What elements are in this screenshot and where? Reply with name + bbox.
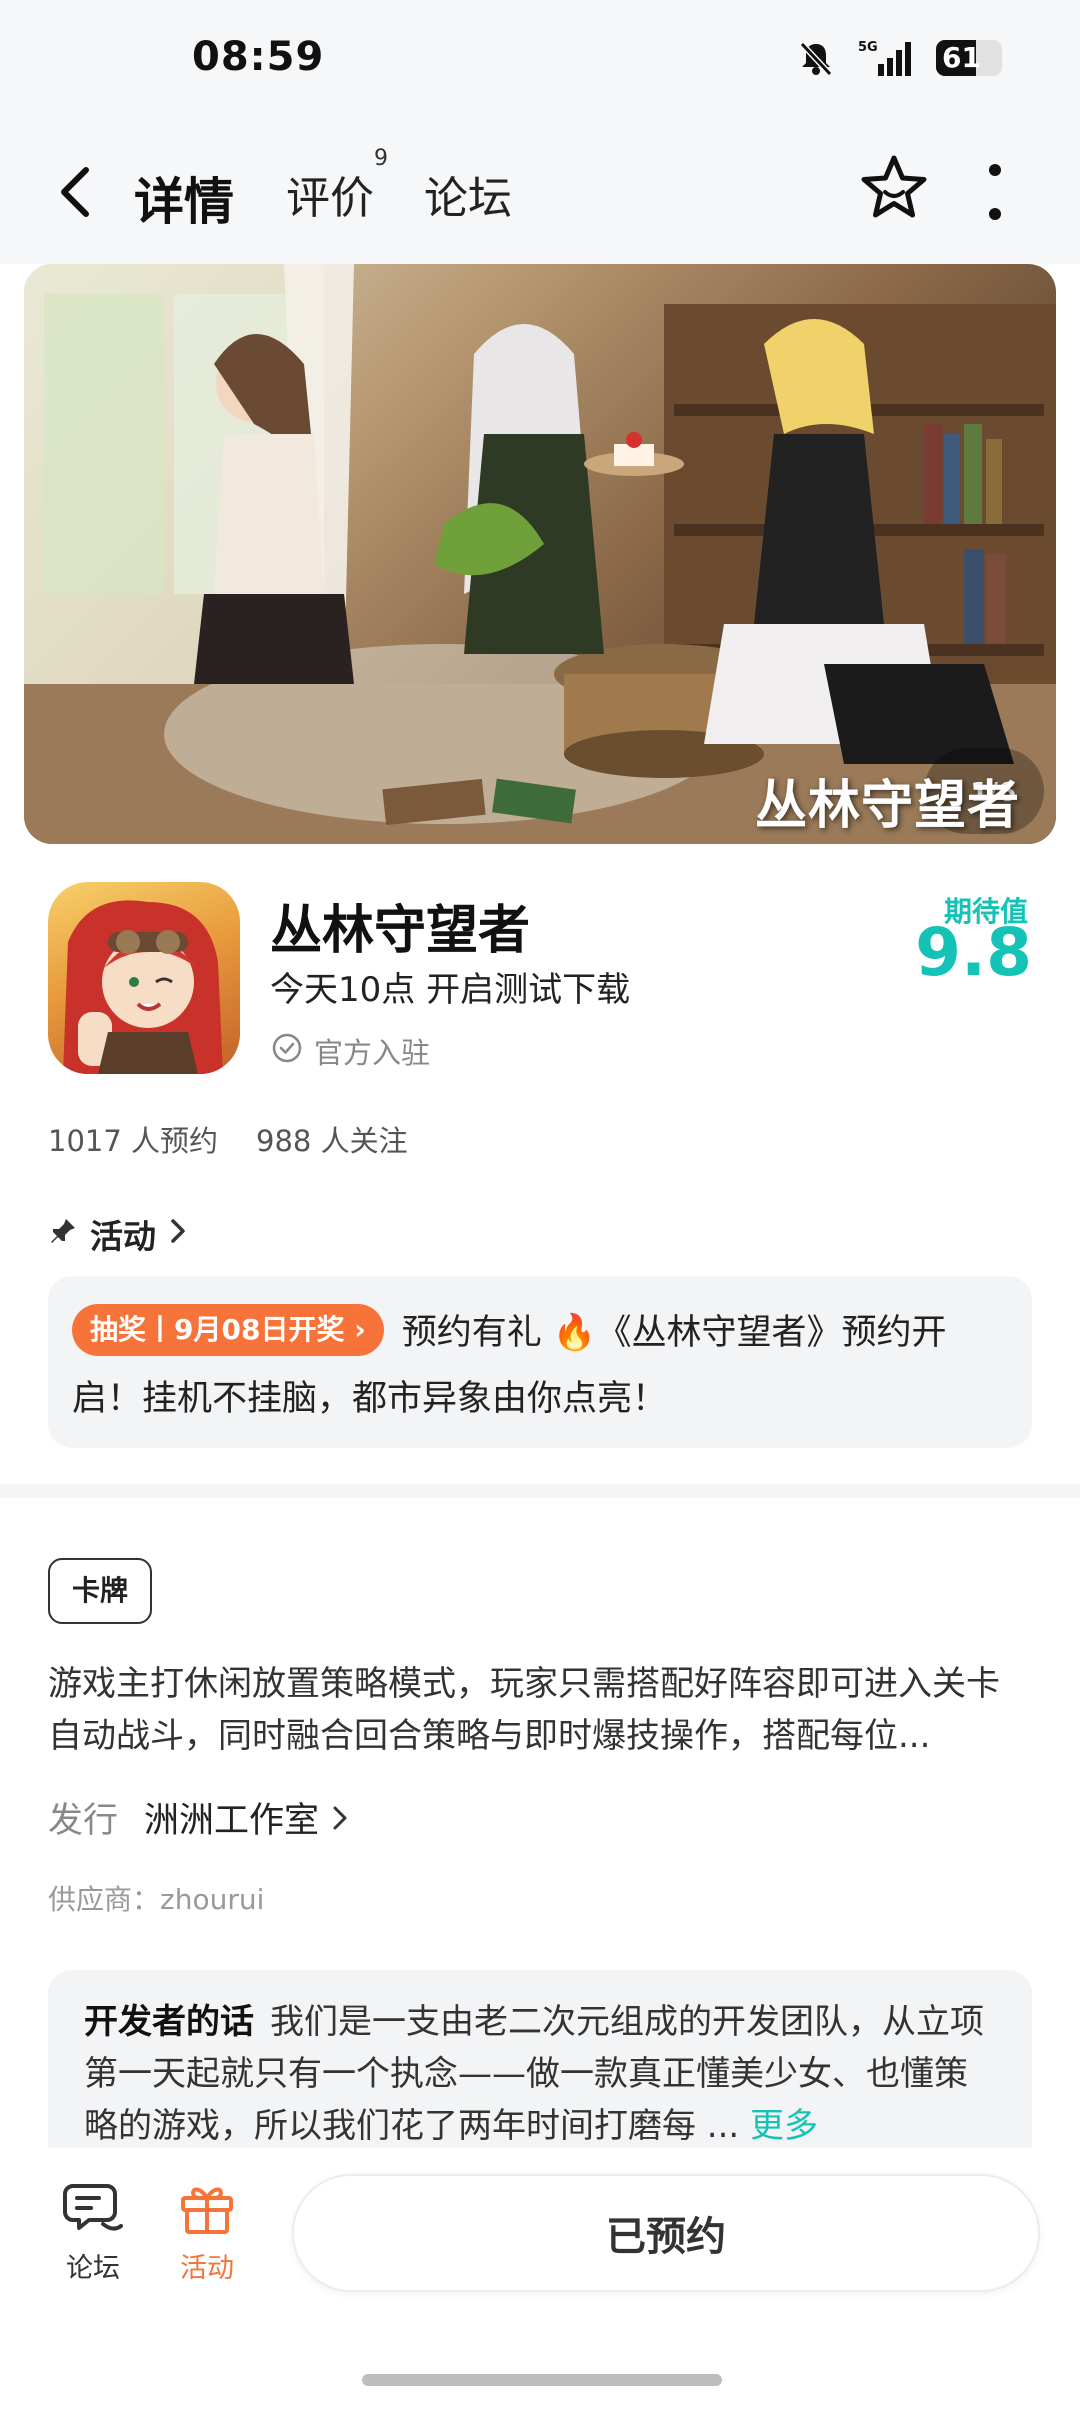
developer-note-card[interactable]: 开发者的话 我们是一支由老二次元组成的开发团队，从立项第一天起就只有一个执念——做…	[48, 1970, 1032, 2148]
tab-detail[interactable]: 详情	[130, 162, 234, 240]
expect-score: 9.8	[915, 914, 1032, 991]
tab-label: 详情	[134, 173, 234, 231]
genre-tag[interactable]: 卡牌	[48, 1558, 153, 1624]
publisher-label: 发行	[48, 1801, 119, 1841]
gift-icon	[181, 2187, 233, 2234]
status-time: 08:59	[192, 34, 325, 80]
activity-heading: 活动	[90, 1217, 156, 1256]
forum-chat-icon	[63, 2184, 123, 2231]
bottom-forum-label: 论坛	[66, 2253, 120, 2284]
bottom-action-bar: 论坛 活动 已预约	[0, 2148, 1080, 2412]
game-title: 丛林守望者	[270, 901, 531, 961]
pin-icon	[48, 1215, 78, 1254]
banner-image[interactable]: 1/6 丛林守望者	[24, 264, 1056, 844]
tab-forum[interactable]: 论坛	[424, 162, 512, 226]
battery-level: 61	[942, 41, 981, 74]
home-indicator[interactable]	[362, 2374, 722, 2386]
back-arrow-icon[interactable]	[56, 162, 104, 222]
more-vertical-icon[interactable]	[980, 164, 1010, 220]
status-bar: 08:59 5G 61	[0, 0, 1080, 120]
follower-count: 988 人关注	[256, 1124, 408, 1158]
battery-icon: 61	[936, 40, 1002, 76]
bottom-forum-button[interactable]: 论坛	[48, 2178, 138, 2285]
review-count-badge: 9	[374, 146, 388, 171]
publisher-name: 洲洲工作室	[144, 1801, 320, 1841]
reserved-button[interactable]: 已预约	[292, 2174, 1040, 2292]
publisher-link[interactable]: 洲洲工作室	[144, 1792, 349, 1843]
more-link[interactable]: 更多	[750, 2106, 818, 2146]
reservation-count: 1017 人预约	[48, 1124, 219, 1158]
bottom-activity-label: 活动	[180, 2253, 234, 2284]
activity-header[interactable]: 活动	[48, 1210, 188, 1258]
star-icon[interactable]	[858, 152, 930, 224]
mute-bell-icon	[796, 38, 836, 78]
game-description[interactable]: 游戏主打休闲放置策略模式，玩家只需搭配好阵容即可进入关卡自动战斗，同时融合回合策…	[48, 1658, 1032, 1762]
publisher-row[interactable]: 发行 洲洲工作室	[48, 1792, 349, 1843]
game-app-icon	[48, 882, 240, 1074]
top-nav: 详情 评价 9 论坛	[0, 120, 1080, 264]
lottery-badge[interactable]: 抽奖丨9月08日开奖 ›	[72, 1304, 384, 1356]
supplier-info: 供应商：zhourui	[48, 1883, 265, 1916]
game-test-schedule: 今天10点 开启测试下载	[270, 970, 631, 1010]
chevron-right-icon	[168, 1215, 188, 1254]
official-verified: 官方入驻	[272, 1030, 430, 1072]
tab-label: 论坛	[424, 173, 512, 224]
tab-review[interactable]: 评价 9	[286, 146, 388, 226]
activity-card[interactable]: 抽奖丨9月08日开奖 › 预约有礼 🔥《丛林守望者》预约开启！挂机不挂脑，都市异象…	[48, 1276, 1032, 1448]
network-label: 5G	[858, 40, 878, 55]
tab-label: 评价	[286, 173, 374, 224]
bottom-activity-button[interactable]: 活动	[162, 2178, 252, 2285]
status-icons: 5G 61	[796, 38, 1002, 78]
section-divider	[0, 1484, 1080, 1498]
banner-illustration	[24, 264, 1056, 844]
chevron-right-icon	[333, 1806, 347, 1829]
lottery-badge-label: 抽奖丨9月08日开奖	[90, 1313, 345, 1346]
developer-note-heading: 开发者的话	[84, 2002, 254, 2042]
signal-5g-icon: 5G	[858, 38, 914, 78]
check-circle-icon	[272, 1033, 302, 1070]
official-label: 官方入驻	[314, 1036, 431, 1070]
banner-logo-title: 丛林守望者	[754, 776, 1020, 836]
game-stats: 1017 人预约 988 人关注	[48, 1118, 408, 1160]
